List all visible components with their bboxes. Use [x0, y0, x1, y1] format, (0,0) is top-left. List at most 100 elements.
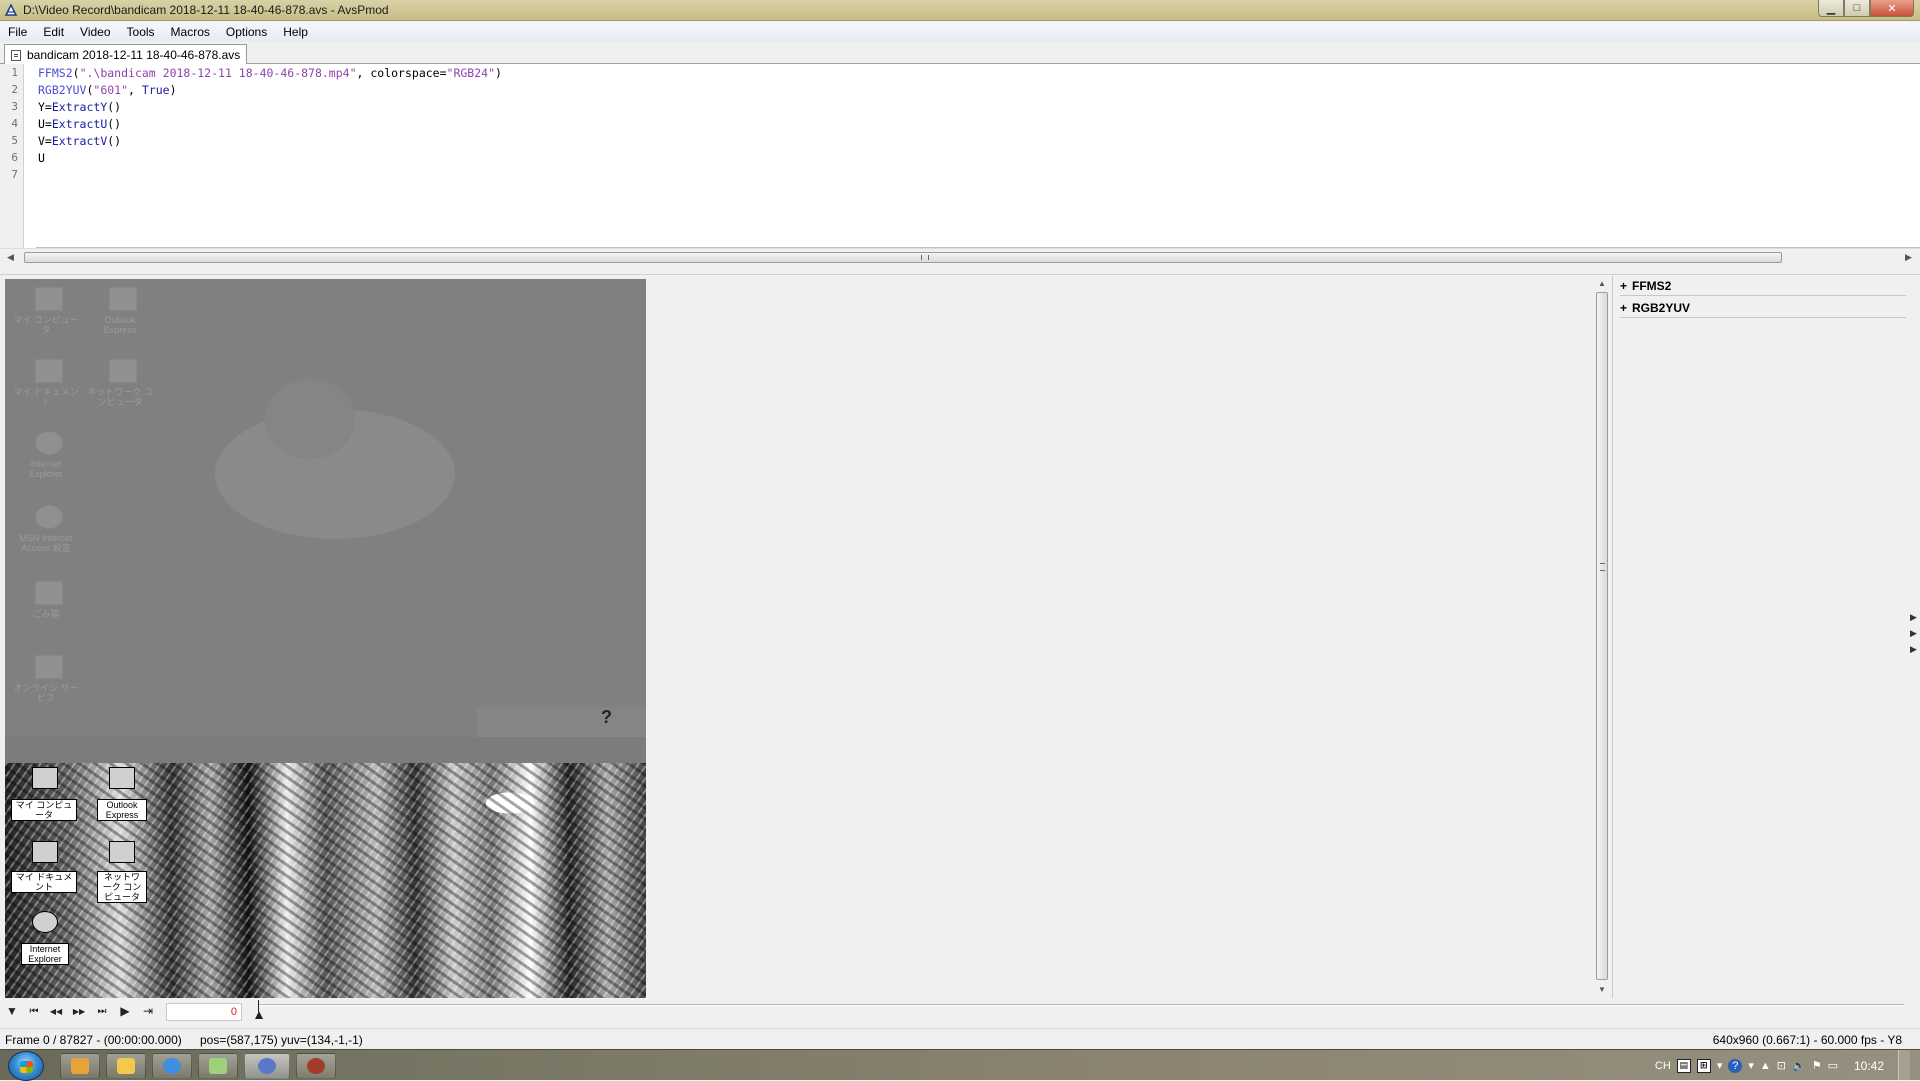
status-video-info: 640x960 (0.667:1) - 60.000 fps - Y8 — [1712, 1033, 1902, 1047]
chevron-right-icon[interactable]: ▶ — [1910, 612, 1918, 628]
language-indicator[interactable]: CH — [1655, 1060, 1671, 1072]
menu-video[interactable]: Video — [72, 22, 118, 42]
scrollbar-thumb[interactable] — [1596, 292, 1608, 980]
desktop-label-faded: ごみ箱 — [32, 609, 60, 619]
start-button[interactable] — [8, 1051, 44, 1081]
editor-preview-splitter[interactable] — [0, 265, 1920, 275]
minimize-button[interactable]: ▁ — [1818, 0, 1844, 17]
taskbar-app-other[interactable] — [296, 1053, 336, 1079]
code-punctuation: () — [107, 100, 122, 114]
play-button[interactable]: ▶ — [116, 1002, 134, 1020]
first-frame-button[interactable]: ⏮ — [25, 1002, 43, 1020]
code-function: ExtractU — [51, 117, 108, 131]
filter-panel-divider[interactable] — [1612, 276, 1615, 998]
goto-frame-button[interactable]: ⇥ — [139, 1002, 157, 1020]
taskbar-app-media[interactable] — [60, 1053, 100, 1079]
show-desktop-button[interactable] — [1898, 1050, 1910, 1081]
desktop-label: ネットワーク コンピュータ — [97, 871, 147, 903]
video-frame[interactable]: マイ コンピュータ Outlook Express マイ ドキュメント ネットワ… — [5, 279, 646, 999]
window-controls: ▁ □ ✕ — [1818, 0, 1914, 17]
scroll-down-arrow-icon[interactable]: ▼ — [1594, 982, 1610, 996]
chevron-right-icon[interactable]: ▶ — [1910, 628, 1918, 644]
chroma-plane-preview: マイ コンピュータ Outlook Express マイ ドキュメント ネットワ… — [5, 763, 646, 999]
menu-options[interactable]: Options — [218, 22, 275, 42]
my-documents-icon — [32, 841, 58, 863]
script-editor[interactable]: 1 2 3 4 5 6 7 FFMS2(".\bandicam 2018-12-… — [0, 64, 1920, 248]
expand-icon[interactable]: + — [1620, 279, 1627, 293]
code-variable: Y= — [38, 100, 52, 114]
expand-icon[interactable]: + — [1620, 301, 1627, 315]
taskbar-app-notes[interactable] — [198, 1053, 238, 1079]
taskbar-app-browser[interactable] — [152, 1053, 192, 1079]
clock[interactable]: 10:42 — [1854, 1059, 1884, 1073]
filter-item-ffms2[interactable]: + FFMS2 — [1620, 276, 1906, 296]
ime-icon[interactable]: ▤ — [1676, 1058, 1691, 1073]
previous-frame-button[interactable]: ◀◀ — [47, 1002, 65, 1020]
close-button[interactable]: ✕ — [1870, 0, 1914, 17]
grip-icon — [921, 255, 929, 260]
chevron-down-icon[interactable]: ▾ — [1717, 1059, 1723, 1072]
scroll-up-arrow-icon[interactable]: ▲ — [1594, 276, 1610, 290]
help-tray-icon[interactable]: ? — [1728, 1058, 1743, 1073]
timeline-slider[interactable] — [258, 1004, 1904, 1006]
chevron-right-icon[interactable]: ▶ — [1910, 644, 1918, 660]
next-frame-button[interactable]: ▶▶ — [70, 1002, 88, 1020]
timeline-slider-thumb[interactable] — [255, 1011, 263, 1019]
desktop-label-faded: マイ ドキュメント — [13, 387, 79, 407]
menu-macros[interactable]: Macros — [163, 22, 218, 42]
avspmod-app-icon — [4, 3, 18, 16]
code-function: RGB2YUV — [38, 83, 87, 97]
code-variable: U — [38, 151, 45, 165]
menu-help[interactable]: Help — [275, 22, 316, 42]
line-number: 4 — [11, 117, 18, 130]
volume-icon[interactable]: 🔈 — [1792, 1059, 1806, 1072]
scroll-right-arrow-icon[interactable]: ▶ — [1900, 249, 1917, 266]
code-function: ExtractY — [51, 100, 108, 114]
code-variable: V= — [38, 134, 52, 148]
video-preview-area[interactable]: マイ コンピュータ Outlook Express マイ ドキュメント ネットワ… — [0, 276, 1598, 999]
notes-icon — [209, 1058, 227, 1074]
filter-item-rgb2yuv[interactable]: + RGB2YUV — [1620, 298, 1906, 318]
desktop-label-faded: ネットワーク コンピュータ — [87, 387, 153, 407]
network-icon — [109, 841, 135, 863]
maximize-button[interactable]: □ — [1844, 0, 1870, 17]
menu-file[interactable]: File — [0, 22, 35, 42]
tab-script[interactable]: bandicam 2018-12-11 18-40-46-878.avs — [4, 44, 248, 65]
editor-horizontal-scrollbar[interactable]: ◀ ▶ — [0, 248, 1920, 265]
line-number-gutter: 1 2 3 4 5 6 7 — [0, 64, 24, 248]
playback-controls: ▼ ⏮ ◀◀ ▶▶ ⏭ ▶ ⇥ 0 — [0, 998, 1920, 1024]
desktop-label-faded: Outlook Express — [103, 315, 137, 335]
taskbar-app-avspmod[interactable] — [244, 1053, 290, 1079]
power-icon[interactable]: ▭ — [1828, 1059, 1838, 1072]
desktop-label-faded: Internet Explorer — [29, 459, 63, 479]
scroll-left-arrow-icon[interactable]: ◀ — [2, 249, 19, 266]
desktop-icon-faded — [35, 581, 63, 605]
faded-tray-area — [477, 707, 646, 737]
status-position: pos=(587,175) yuv=(134,-1,-1) — [200, 1033, 363, 1047]
code-string: ".\bandicam 2018-12-11 18-40-46-878.mp4" — [79, 66, 357, 80]
desktop-icon-faded — [109, 359, 137, 383]
keyboard-icon[interactable]: ⊞ — [1696, 1058, 1711, 1073]
desktop-label-faded: オンライン サービス — [13, 683, 79, 703]
code-line: FFMS2(".\bandicam 2018-12-11 18-40-46-87… — [38, 65, 502, 82]
code-punctuation: ) — [169, 83, 177, 97]
document-icon — [11, 49, 21, 61]
scrollbar-thumb[interactable] — [24, 252, 1782, 263]
toggle-preview-button[interactable]: ▼ — [3, 1002, 21, 1020]
menu-edit[interactable]: Edit — [35, 22, 72, 42]
filter-name: FFMS2 — [1632, 278, 1672, 293]
tab-label: bandicam 2018-12-11 18-40-46-878.avs — [27, 48, 241, 62]
flag-icon[interactable]: ⚑ — [1812, 1059, 1822, 1072]
taskbar-app-explorer[interactable] — [106, 1053, 146, 1079]
preview-vertical-scrollbar[interactable]: ▲ ▼ — [1594, 276, 1610, 998]
show-hidden-icons-arrow-icon[interactable]: ▲ — [1760, 1060, 1771, 1072]
desktop-icon-faded — [35, 431, 63, 455]
menu-tools[interactable]: Tools — [119, 22, 163, 42]
network-tray-icon[interactable]: ⊡ — [1777, 1059, 1786, 1072]
system-tray: CH ▤ ⊞ ▾ ? ▾ ▲ ⊡ 🔈 ⚑ ▭ 10:42 — [1655, 1050, 1920, 1081]
frame-number-input[interactable]: 0 — [166, 1003, 242, 1021]
last-frame-button[interactable]: ⏭ — [93, 1002, 111, 1020]
code-string: "601" — [93, 83, 129, 97]
line-number: 7 — [11, 168, 18, 181]
chevron-down-icon[interactable]: ▾ — [1748, 1059, 1754, 1072]
